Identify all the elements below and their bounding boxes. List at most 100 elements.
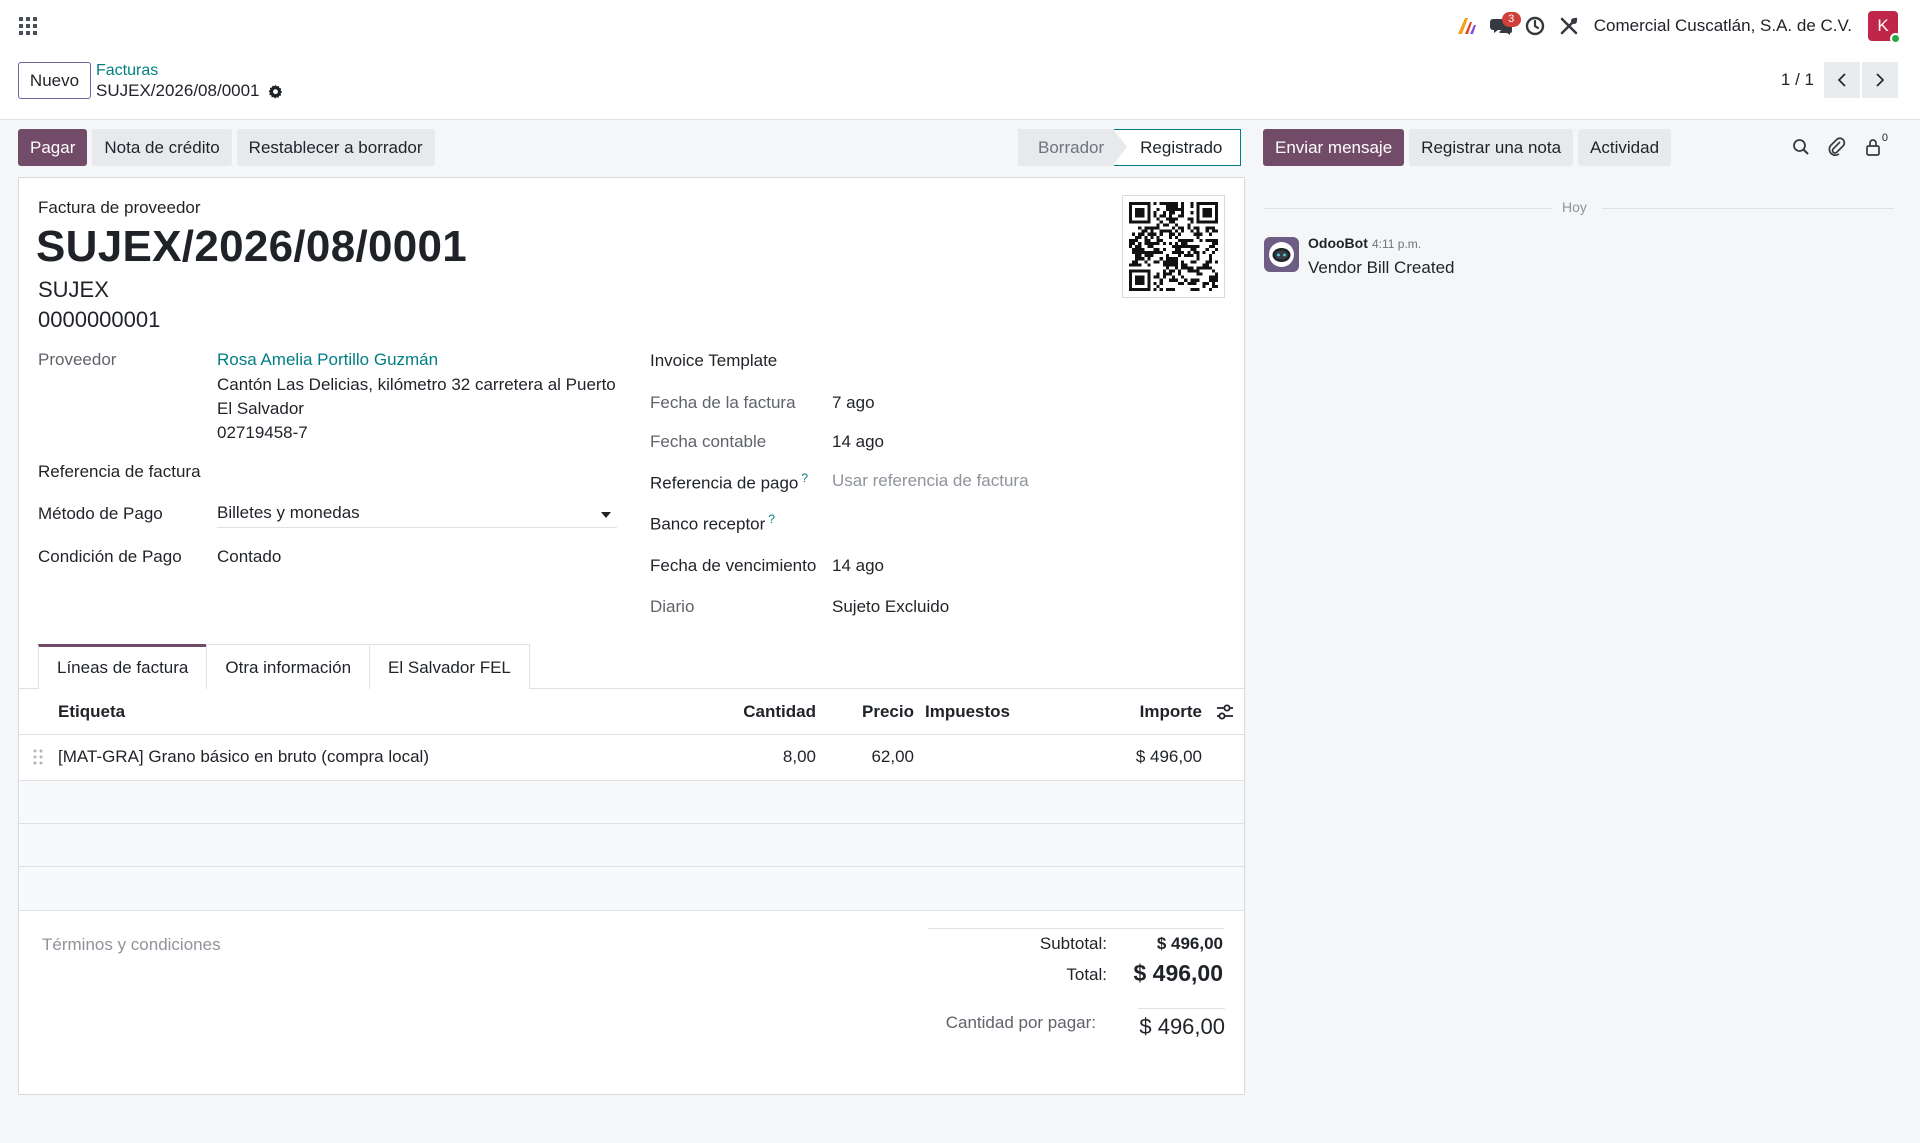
caret-down-icon	[601, 512, 611, 518]
notebook-tabs: Líneas de factura Otra información El Sa…	[38, 644, 530, 689]
due-date-label: Fecha de vencimiento	[650, 556, 817, 575]
amount-due-value: $ 496,00	[1139, 1014, 1225, 1039]
form-sheet	[18, 177, 1245, 1095]
record-pager: 1 / 1	[1781, 62, 1898, 98]
invoice-date-label: Fecha de la factura	[650, 393, 796, 412]
drag-handle-icon[interactable]	[33, 749, 43, 765]
apps-grid-icon[interactable]	[18, 16, 38, 36]
subtotal-label: Subtotal:	[1039, 934, 1107, 953]
control-panel	[0, 52, 1920, 120]
payment-method-select[interactable]: Billetes y monedas	[217, 503, 617, 528]
chatter-actions: Enviar mensaje Registrar una nota Activi…	[1263, 129, 1672, 166]
column-label[interactable]: Etiqueta	[58, 702, 125, 722]
date-separator: Hoy	[1264, 198, 1894, 218]
activity-button[interactable]: Actividad	[1578, 129, 1672, 166]
receiving-bank-label: Banco receptor?	[650, 512, 775, 535]
ai-assistant-icon[interactable]	[1450, 10, 1484, 42]
payment-term-value[interactable]: Contado	[217, 547, 281, 567]
debug-tools-icon[interactable]	[1552, 10, 1586, 42]
lines-table-header: Etiqueta Cantidad Precio Impuestos Impor…	[19, 689, 1244, 735]
empty-row	[19, 867, 1244, 911]
journal-value[interactable]: Sujeto Excluido	[832, 597, 949, 617]
empty-row	[19, 781, 1244, 824]
followers-lock-icon[interactable]: 0	[1860, 132, 1888, 160]
vendor-address-line1: Cantón Las Delicias, kilómetro 32 carret…	[217, 375, 616, 394]
tab-el-salvador-fel[interactable]: El Salvador FEL	[369, 644, 530, 689]
avatar-initial: K	[1877, 16, 1889, 35]
status-bar: Borrador Registrado	[1018, 129, 1242, 166]
total-value: $ 496,00	[1133, 960, 1223, 986]
table-row[interactable]: [MAT-GRA] Grano básico en bruto (compra …	[19, 735, 1244, 781]
payment-reference-input[interactable]: Usar referencia de factura	[832, 471, 1029, 491]
accounting-date-label: Fecha contable	[650, 432, 767, 451]
form-action-bar: Pagar Nota de crédito Restablecer a borr…	[18, 129, 435, 166]
gear-icon[interactable]	[268, 84, 283, 99]
pay-button[interactable]: Pagar	[18, 129, 88, 166]
chatter-toolbar: 0	[1788, 132, 1888, 160]
payment-method-label: Método de Pago	[38, 504, 163, 523]
document-type: Factura de proveedor	[38, 198, 201, 217]
chevron-right-icon	[1876, 73, 1885, 87]
invoice-date-value[interactable]: 7 ago	[832, 393, 875, 413]
column-price[interactable]: Precio	[862, 702, 914, 722]
amount-due-divider	[1138, 1008, 1225, 1009]
column-quantity[interactable]: Cantidad	[743, 702, 816, 722]
vendor-address-line2: El Salvador	[217, 399, 304, 418]
pager-next-button[interactable]	[1862, 62, 1898, 98]
status-posted[interactable]: Registrado	[1113, 129, 1242, 166]
log-note-button[interactable]: Registrar una nota	[1409, 129, 1574, 166]
messaging-icon[interactable]: 3	[1484, 10, 1521, 42]
online-status-dot	[1890, 33, 1901, 44]
vendor-link[interactable]: Rosa Amelia Portillo Guzmán	[217, 350, 438, 370]
company-switcher[interactable]: Comercial Cuscatlán, S.A. de C.V.	[1594, 16, 1852, 36]
date-separator-label: Hoy	[1562, 199, 1587, 215]
line-quantity: 8,00	[782, 747, 816, 766]
credit-note-button[interactable]: Nota de crédito	[92, 129, 232, 166]
breadcrumb-parent-link[interactable]: Facturas	[96, 62, 158, 80]
document-prefix: SUJEX	[38, 277, 109, 302]
navbar-systray: 3 Comercial Cuscatlán, S.A. de C.V. K	[1450, 10, 1901, 44]
send-message-button[interactable]: Enviar mensaje	[1263, 129, 1405, 166]
journal-label: Diario	[650, 597, 695, 616]
message-body: Vendor Bill Created	[1308, 258, 1455, 277]
user-avatar[interactable]: K	[1868, 11, 1901, 44]
due-date-value[interactable]: 14 ago	[832, 556, 884, 576]
invoice-reference-label: Referencia de factura	[38, 462, 201, 481]
subtotal-value: $ 496,00	[1156, 934, 1223, 953]
document-title: SUJEX/2026/08/0001	[36, 222, 468, 271]
help-icon[interactable]: ?	[768, 512, 775, 526]
chevron-left-icon	[1837, 73, 1846, 87]
payment-method-value: Billetes y monedas	[217, 503, 360, 522]
totals-divider	[928, 928, 1224, 929]
pager-previous-button[interactable]	[1824, 62, 1860, 98]
message-author[interactable]: OdooBot	[1308, 235, 1368, 251]
qr-code-image	[1122, 195, 1225, 298]
line-price: 62,00	[871, 747, 914, 766]
pager-value[interactable]: 1 / 1	[1781, 70, 1814, 90]
new-button[interactable]: Nuevo	[18, 62, 91, 99]
search-icon[interactable]	[1788, 134, 1814, 160]
terms-conditions-input[interactable]: Términos y condiciones	[42, 935, 221, 955]
activity-clock-icon[interactable]	[1518, 10, 1552, 42]
paperclip-icon[interactable]	[1824, 134, 1850, 160]
reset-to-draft-button[interactable]: Restablecer a borrador	[236, 129, 435, 166]
breadcrumb-current-label: SUJEX/2026/08/0001	[96, 81, 260, 100]
payment-reference-label: Referencia de pago?	[650, 471, 808, 494]
help-icon[interactable]: ?	[801, 471, 808, 485]
odoobot-avatar[interactable]	[1264, 237, 1299, 272]
empty-row	[19, 824, 1244, 867]
tab-other-info[interactable]: Otra información	[206, 644, 371, 689]
message-time: 4:11 p.m.	[1372, 237, 1422, 251]
column-taxes[interactable]: Impuestos	[925, 702, 1010, 722]
payment-reference-label-text: Referencia de pago	[650, 473, 799, 493]
followers-count: 0	[1881, 132, 1888, 144]
tab-invoice-lines[interactable]: Líneas de factura	[38, 644, 208, 689]
receiving-bank-label-text: Banco receptor	[650, 514, 766, 534]
total-label: Total:	[1066, 965, 1107, 984]
vendor-vat: 02719458-7	[217, 423, 308, 442]
accounting-date-value[interactable]: 14 ago	[832, 432, 884, 452]
document-number: 0000000001	[38, 307, 161, 332]
column-amount[interactable]: Importe	[1140, 702, 1202, 722]
optional-columns-icon[interactable]	[1216, 703, 1234, 721]
status-draft[interactable]: Borrador	[1018, 129, 1115, 166]
